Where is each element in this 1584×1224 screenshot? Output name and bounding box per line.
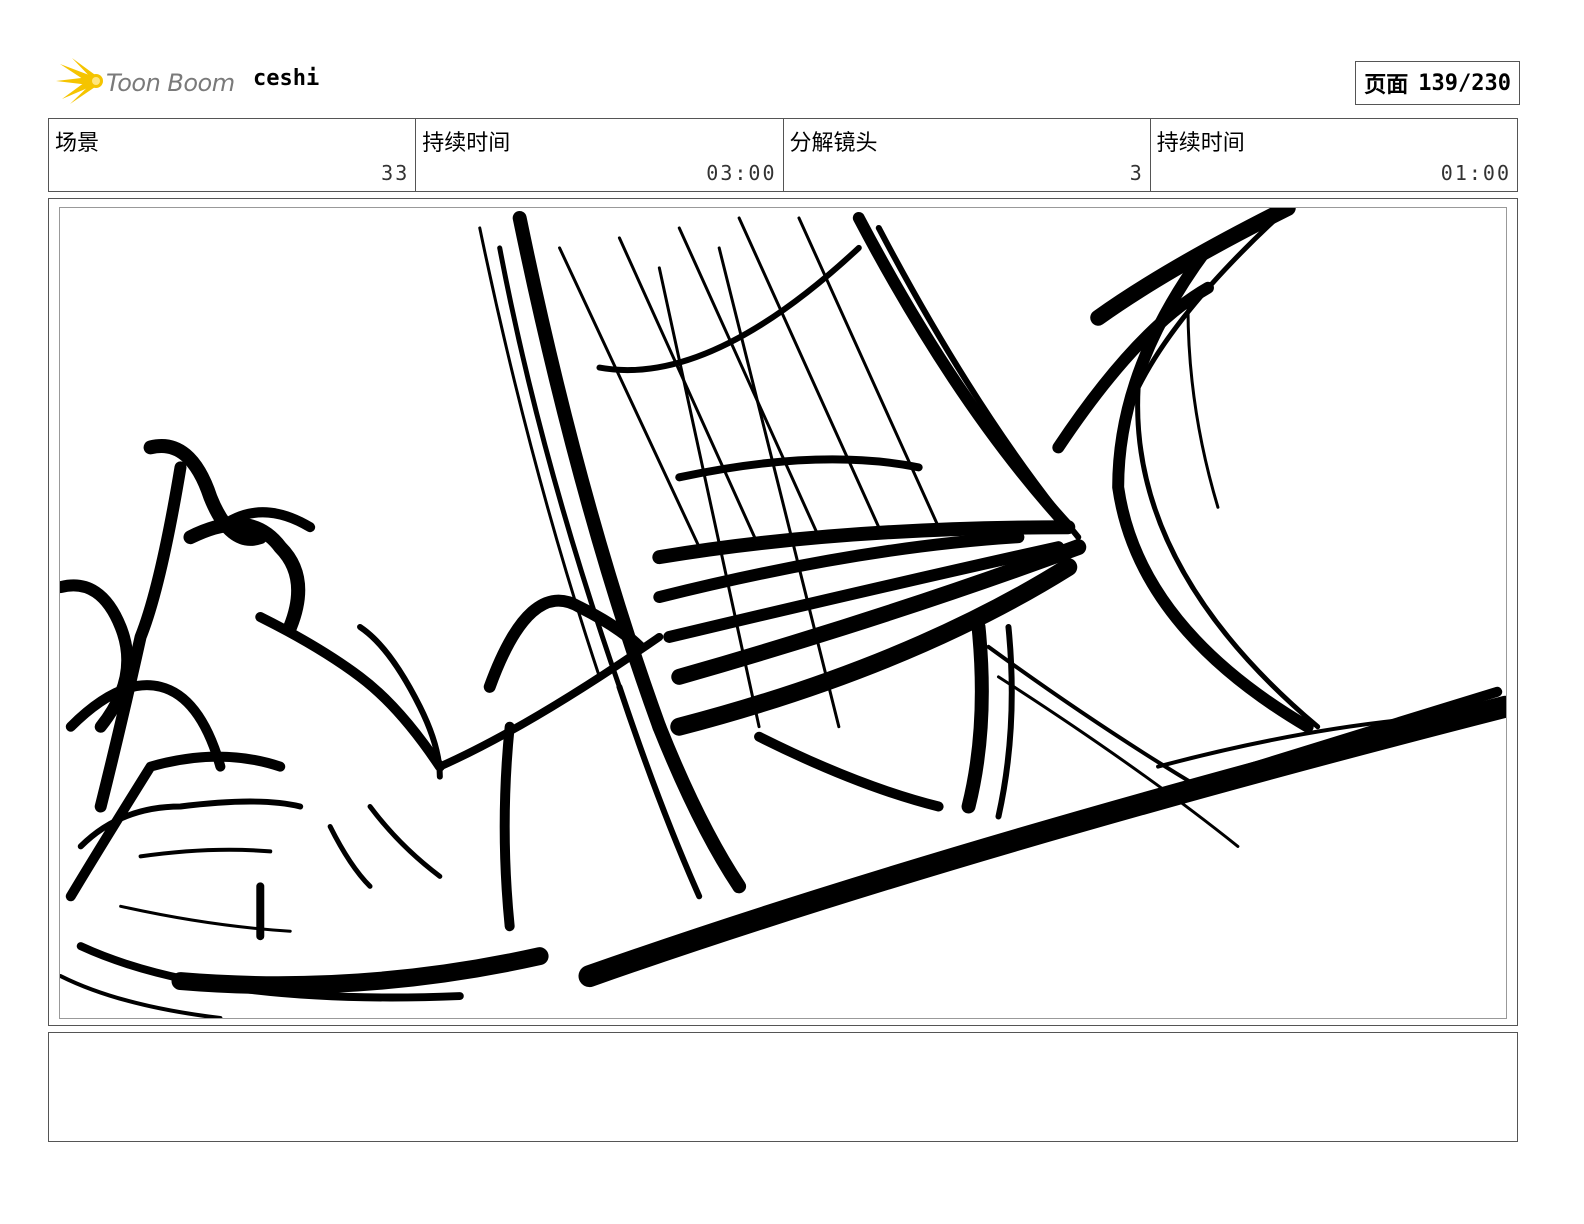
storyboard-panel (48, 198, 1518, 1026)
page-label: 页面 (1364, 73, 1409, 98)
notes-area[interactable] (48, 1032, 1518, 1142)
scene-value: 33 (381, 161, 410, 185)
panel-duration-cell: 持续时间 01:00 (1151, 119, 1517, 191)
toon-boom-logo: Toon Boom (50, 54, 240, 108)
starburst-icon (56, 58, 103, 104)
panel-duration-label: 持续时间 (1156, 131, 1245, 156)
panel-value: 3 (1129, 161, 1144, 185)
panel-cell: 分解镜头 3 (784, 119, 1151, 191)
sketch-drawing (60, 208, 1506, 1018)
panel-label: 分解镜头 (789, 131, 878, 156)
header: Toon Boom ceshi 页面 139/230 (48, 50, 1520, 110)
page-value: 139/230 (1418, 70, 1511, 96)
panel-frame (59, 207, 1507, 1019)
panel-duration-value: 01:00 (1440, 161, 1511, 185)
page-indicator: 页面 139/230 (1355, 61, 1520, 105)
logo-text: Toon Boom (106, 69, 235, 97)
scene-duration-label: 持续时间 (422, 131, 511, 156)
scene-duration-cell: 持续时间 03:00 (416, 119, 784, 191)
scene-label: 场景 (55, 131, 100, 156)
scene-duration-value: 03:00 (706, 161, 777, 185)
info-table: 场景 33 持续时间 03:00 分解镜头 3 持续时间 01:00 (48, 118, 1518, 192)
scene-cell: 场景 33 (49, 119, 417, 191)
project-name: ceshi (253, 66, 320, 91)
